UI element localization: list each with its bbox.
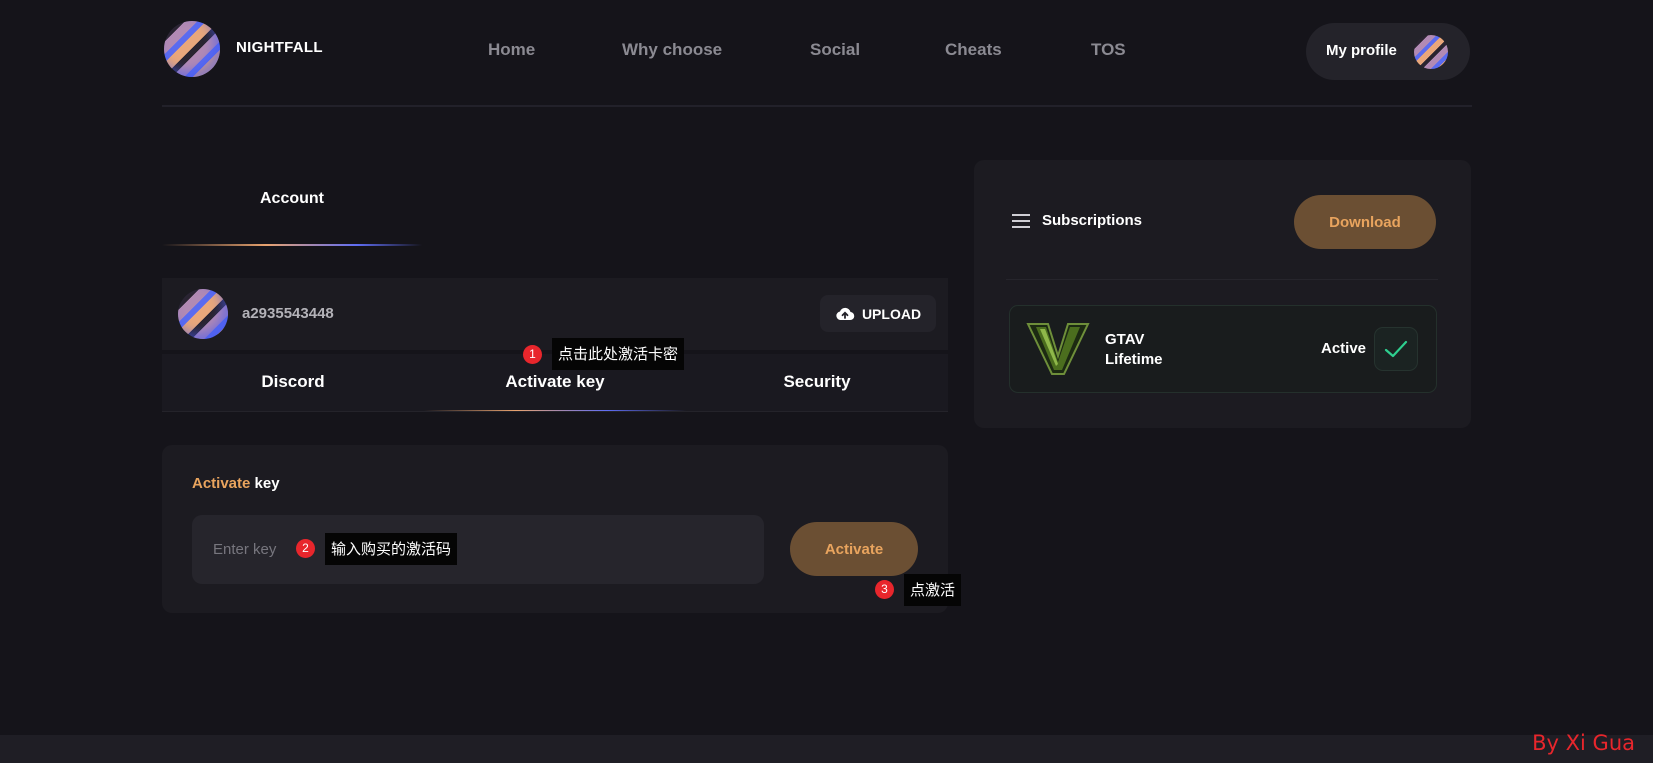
subscription-item[interactable]: GTAV Lifetime Active (1009, 305, 1437, 393)
annotation-text-1: 点击此处激活卡密 (552, 338, 685, 370)
tab-account[interactable]: Account (162, 190, 422, 208)
activate-button[interactable]: Activate (790, 522, 918, 576)
annotation-text-2: 输入购买的激活码 (325, 533, 458, 565)
tab-account-underline (162, 244, 422, 246)
nav-cheats[interactable]: Cheats (945, 40, 1002, 60)
tab-discord[interactable]: Discord (162, 372, 424, 392)
check-icon (1384, 340, 1408, 358)
upload-label: UPLOAD (861, 305, 922, 322)
subscriptions-panel: Subscriptions Download GTAV Lifetime Act… (974, 160, 1471, 428)
tab-activate-key[interactable]: Activate key (424, 372, 686, 392)
title-rest: key (250, 475, 280, 492)
footer-bar (0, 735, 1653, 763)
user-avatar (178, 289, 228, 339)
key-input[interactable] (192, 515, 764, 584)
username: a2935543448 (242, 305, 334, 322)
upload-button[interactable]: UPLOAD (820, 295, 936, 332)
subscriptions-divider (1006, 279, 1438, 280)
activate-key-card: Activate key Activate (162, 445, 948, 613)
my-profile-label: My profile (1326, 42, 1397, 59)
menu-lines-icon (1012, 214, 1030, 228)
subscription-game: GTAV (1105, 331, 1145, 348)
annotation-number-3: 3 (875, 580, 894, 599)
subscription-name: GTAV Lifetime (1105, 330, 1163, 370)
activate-card-title: Activate key (192, 475, 280, 492)
my-profile-button[interactable]: My profile (1306, 23, 1470, 80)
title-accent: Activate (192, 475, 251, 492)
active-check-badge (1374, 327, 1418, 371)
profile-avatar-icon (1414, 35, 1448, 69)
nav-home[interactable]: Home (488, 40, 535, 60)
subtabs-divider (162, 411, 948, 412)
gta-v-logo-icon (1026, 323, 1090, 375)
subscription-duration: Lifetime (1105, 351, 1163, 368)
annotation-number-1: 1 (523, 345, 542, 364)
annotation-text-3: 点激活 (904, 574, 962, 606)
page: NIGHTFALL Home Why choose Social Cheats … (0, 0, 1653, 735)
download-button[interactable]: Download (1294, 195, 1436, 249)
nav-tos[interactable]: TOS (1091, 40, 1126, 60)
annotation-number-2: 2 (296, 539, 315, 558)
subscription-status: Active (1321, 340, 1367, 357)
tab-security[interactable]: Security (686, 372, 948, 392)
header-divider (162, 105, 1472, 107)
watermark: By Xi Gua (1532, 731, 1635, 755)
cloud-upload-icon (836, 307, 855, 320)
subscriptions-title: Subscriptions (1042, 212, 1143, 229)
nav-why-choose[interactable]: Why choose (622, 40, 722, 60)
nav-social[interactable]: Social (810, 40, 860, 60)
